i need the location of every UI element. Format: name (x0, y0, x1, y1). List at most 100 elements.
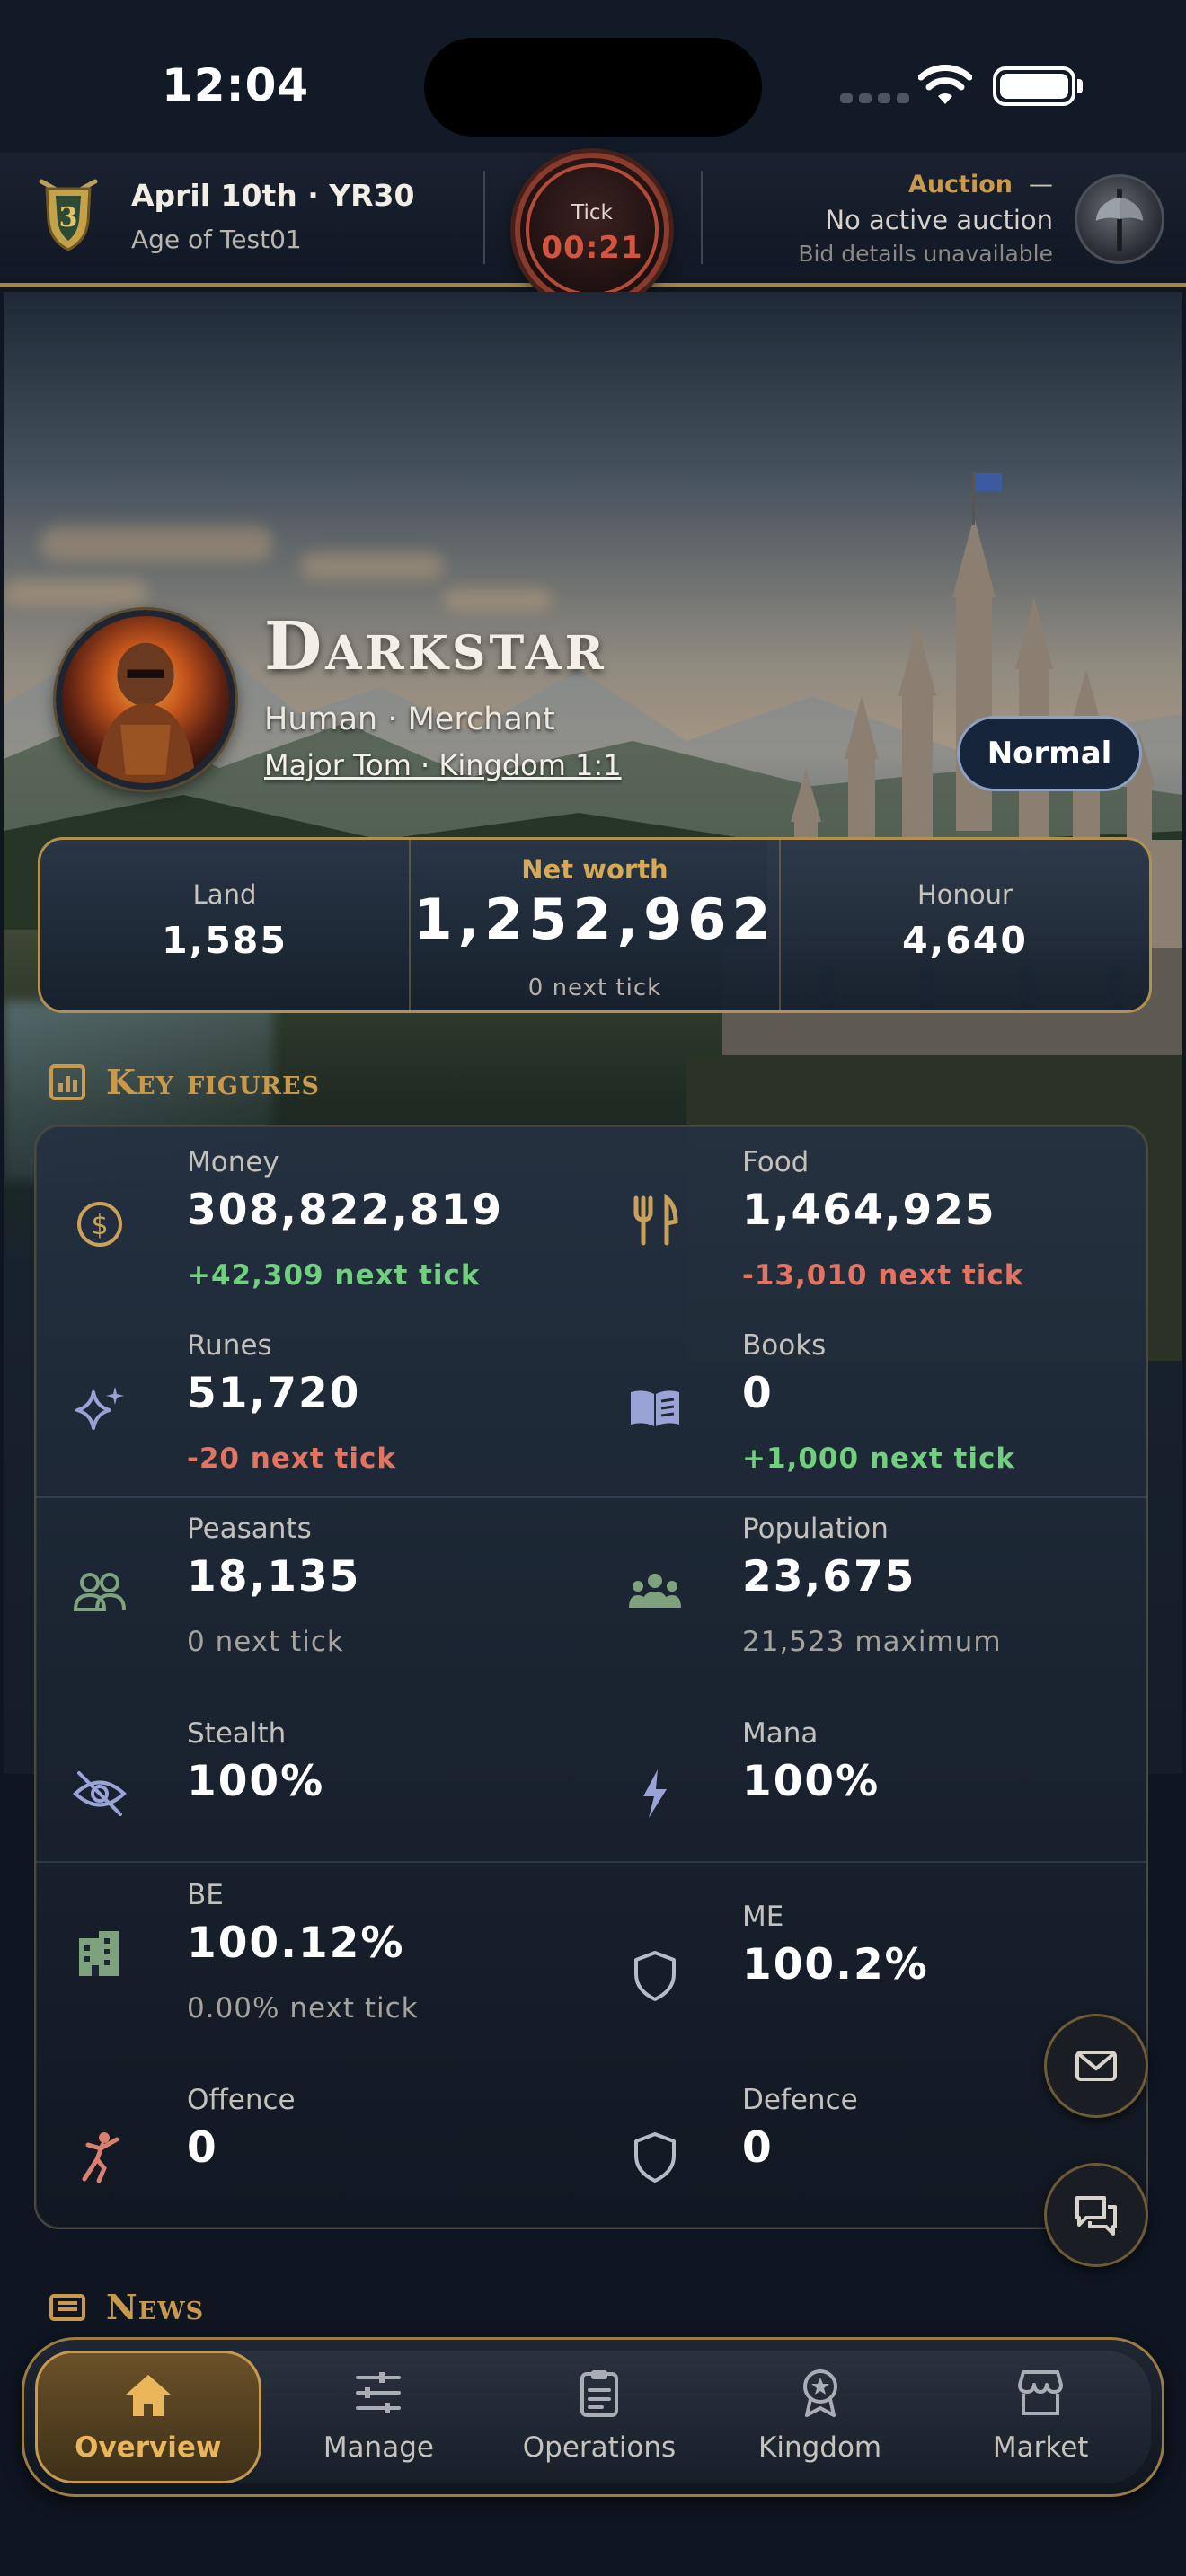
auction-bid-details: Bid details unavailable (798, 241, 1053, 267)
key-figures-title: Key figures (106, 1062, 321, 1102)
battery-icon (993, 66, 1083, 106)
auction-title[interactable]: Auction — (908, 171, 1053, 198)
kingdom-crest-icon[interactable]: 3 (34, 176, 102, 253)
clipboard-icon (580, 2370, 618, 2417)
stat-value: 1,252,962 (413, 887, 776, 952)
game-header: 3 April 10th · YR30 Age of Test01 Tick 0… (0, 153, 1186, 307)
storefront-icon (1018, 2370, 1064, 2415)
player-avatar[interactable] (56, 610, 235, 790)
sliders-icon (356, 2372, 402, 2413)
figure-value: 100% (742, 1757, 881, 1806)
figure-label: Money (187, 1146, 279, 1178)
figure-value: 0 (187, 2123, 218, 2173)
svg-text:$: $ (91, 1210, 108, 1241)
award-badge-icon (802, 2369, 837, 2417)
nav-label: Kingdom (758, 2431, 882, 2464)
home-icon (125, 2375, 171, 2416)
figure-label: Peasants (187, 1513, 312, 1545)
stat-value: 4,640 (902, 919, 1028, 962)
figure-change: 0 next tick (187, 1626, 344, 1658)
shield-icon (634, 2132, 676, 2183)
nav-market[interactable]: Market (930, 2351, 1151, 2483)
figure-change: 0.00% next tick (187, 1992, 419, 2025)
chat-button[interactable] (1044, 2163, 1148, 2267)
tick-timer[interactable]: Tick 00:21 (515, 153, 669, 307)
figure-change: 21,523 maximum (742, 1626, 1002, 1658)
news-title: News (106, 2287, 205, 2327)
race-class: Human · Merchant (264, 701, 555, 737)
figure-change: +42,309 next tick (187, 1259, 481, 1292)
status-bar: 12:04 (0, 0, 1186, 153)
stat-value: 1,585 (162, 919, 288, 962)
eye-slash-icon (73, 1771, 127, 1816)
knight-portrait-icon (95, 642, 196, 783)
cloud (4, 579, 147, 606)
figure-label: Defence (742, 2084, 858, 2116)
news-heading: News (49, 2287, 204, 2327)
figure-label: Food (742, 1146, 810, 1178)
summary-stats: Land 1,585 Net worth 1,252,962 0 next ti… (38, 837, 1152, 1013)
stat-label: Land (192, 879, 257, 910)
header-divider (483, 171, 485, 264)
figure-value: 0 (742, 1369, 774, 1418)
figure-label: ME (742, 1901, 784, 1933)
auction-dash: — (1029, 171, 1053, 198)
bar-chart-icon (49, 1063, 85, 1100)
open-book-icon (631, 1390, 679, 1426)
figure-value: 18,135 (187, 1552, 361, 1601)
figure-change: +1,000 next tick (742, 1442, 1015, 1475)
nav-label: Market (992, 2431, 1089, 2464)
row-divider (36, 1496, 1146, 1498)
nav-label: Operations (522, 2431, 677, 2464)
row-divider (36, 1861, 1146, 1863)
tick-countdown: 00:21 (541, 230, 643, 266)
utensils-icon (633, 1193, 678, 1246)
figure-label: Offence (187, 2084, 296, 2116)
lightning-icon (643, 1769, 667, 1818)
group-icon (629, 1574, 681, 1608)
ruler-kingdom-link[interactable]: Major Tom · Kingdom 1:1 (264, 748, 622, 782)
key-figures-heading: Key figures (49, 1062, 320, 1102)
chat-bubbles-icon (1075, 2196, 1117, 2236)
header-divider (701, 171, 703, 264)
figure-label: Population (742, 1513, 889, 1545)
figure-label: Mana (742, 1717, 819, 1750)
auction-item-avatar[interactable] (1075, 174, 1164, 264)
stat-label: Honour (917, 879, 1013, 910)
stat-sub: 0 next tick (527, 975, 662, 1001)
stat-honour: Honour 4,640 (779, 840, 1149, 1010)
kingdom-name: Darkstar (264, 608, 607, 685)
figure-label: Stealth (187, 1717, 287, 1750)
auction-title-text: Auction (907, 171, 1013, 198)
figure-label: Books (742, 1329, 827, 1362)
figure-value: 100% (187, 1757, 325, 1806)
nav-label: Manage (323, 2431, 434, 2464)
newspaper-icon (49, 2293, 85, 2321)
figure-value: 100.2% (742, 1940, 929, 1989)
battle-axe-icon (1095, 189, 1144, 251)
nav-kingdom[interactable]: Kingdom (710, 2351, 931, 2483)
cloud (40, 525, 273, 561)
mode-badge[interactable]: Normal (957, 716, 1142, 791)
shield-icon (634, 1951, 676, 2001)
stat-networth: Net worth 1,252,962 0 next tick (409, 840, 779, 1010)
dollar-coin-icon: $ (77, 1202, 122, 1247)
figure-change: -20 next tick (187, 1442, 396, 1475)
nav-manage[interactable]: Manage (269, 2351, 490, 2483)
status-time: 12:04 (162, 59, 310, 111)
svg-text:3: 3 (59, 202, 78, 234)
cellular-signal-icon (840, 93, 909, 103)
nav-label: Overview (75, 2431, 222, 2464)
messages-button[interactable] (1044, 2014, 1148, 2118)
cloud (300, 552, 444, 579)
figure-value: 0 (742, 2123, 774, 2173)
figure-value: 1,464,925 (742, 1186, 996, 1235)
stat-label: Net worth (521, 854, 668, 885)
nav-operations[interactable]: Operations (489, 2351, 710, 2483)
envelope-icon (1075, 2051, 1117, 2081)
figure-value: 51,720 (187, 1369, 361, 1418)
tick-label: Tick (571, 201, 613, 225)
building-icon (79, 1931, 119, 1976)
nav-overview[interactable]: Overview (35, 2351, 261, 2483)
auction-status: No active auction (825, 205, 1053, 235)
